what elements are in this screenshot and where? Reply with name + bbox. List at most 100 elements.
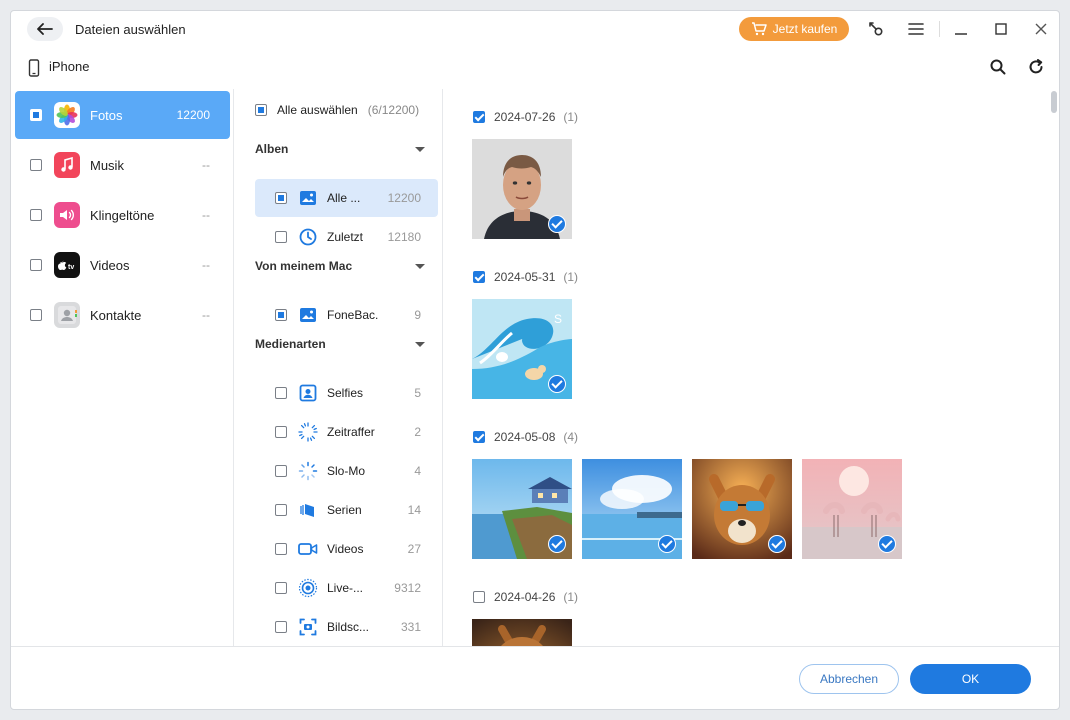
gallery-scrollbar[interactable] [1051,91,1057,645]
window-title: Dateien auswählen [75,22,186,37]
album-item-serien[interactable]: Serien 14 [255,491,438,529]
section-header-mac[interactable]: Von meinem Mac [255,259,425,273]
date-group-checkbox[interactable] [473,271,485,283]
category-item-fotos[interactable]: Fotos 12200 [15,91,230,139]
category-item-klingeltoene[interactable]: Klingeltöne -- [15,191,230,239]
date-group-date: 2024-05-31 [494,270,556,284]
album-checkbox[interactable] [275,504,287,516]
photo-thumbnail[interactable] [472,459,572,559]
album-icon [298,188,318,208]
close-button[interactable] [1031,19,1051,39]
menu-button[interactable] [906,19,926,39]
album-checkbox[interactable] [275,309,287,321]
photo-thumbnail[interactable] [472,619,572,646]
burst-icon [298,500,318,520]
category-checkbox[interactable] [30,309,42,321]
select-all-row[interactable]: Alle auswählen (6/12200) [255,103,419,117]
album-checkbox[interactable] [275,426,287,438]
date-group-header[interactable]: 2024-07-26 (1) [473,110,578,124]
category-checkbox[interactable] [30,109,42,121]
file-select-window: Dateien auswählen Jetzt kaufen iPhone Fo… [10,10,1060,710]
date-group-checkbox[interactable] [473,431,485,443]
live-photo-icon [298,578,318,598]
album-item-selfies[interactable]: Selfies 5 [255,374,438,412]
album-label: Selfies [327,386,364,400]
category-checkbox[interactable] [30,209,42,221]
key-icon [869,22,883,36]
album-count: 27 [407,542,421,556]
refresh-button[interactable] [1026,57,1046,77]
section-title: Medienarten [255,337,326,351]
album-item-zeitraffer[interactable]: Zeitraffer 2 [255,413,438,451]
select-all-label: Alle auswählen [277,103,358,117]
category-item-videos[interactable]: tv Videos -- [15,241,230,289]
category-count: -- [202,208,210,222]
scrollbar-thumb[interactable] [1051,91,1057,113]
photo-thumbnail[interactable] [692,459,792,559]
album-count: 12200 [387,191,421,205]
photo-thumbnail[interactable] [472,139,572,239]
section-title: Von meinem Mac [255,259,353,273]
album-checkbox[interactable] [275,621,287,633]
photo-thumbnail[interactable] [582,459,682,559]
album-label: Live-... [327,581,364,595]
maximize-button[interactable] [991,19,1011,39]
album-count: 14 [407,503,421,517]
album-checkbox[interactable] [275,231,287,243]
search-button[interactable] [988,57,1008,77]
select-all-checkbox[interactable] [255,104,267,116]
photo-selected-check-icon [768,535,786,553]
minimize-button[interactable] [951,19,971,39]
album-label: Alle ... [327,191,361,205]
album-item-alle[interactable]: Alle ... 12200 [255,179,438,217]
date-group-date: 2024-04-26 [494,590,556,604]
category-count: 12200 [176,108,210,122]
date-group-header[interactable]: 2024-05-31 (1) [473,270,578,284]
category-checkbox[interactable] [30,159,42,171]
date-group-header[interactable]: 2024-05-08 (4) [473,430,578,444]
album-label: Zeitraffer [327,425,375,439]
album-checkbox[interactable] [275,387,287,399]
album-count: 9312 [394,581,421,595]
category-checkbox[interactable] [30,259,42,271]
album-checkbox[interactable] [275,465,287,477]
date-group-count: (4) [563,430,579,444]
arrow-left-icon [37,23,53,35]
category-label: Kontakte [90,307,142,323]
contacts-app-icon [54,302,80,328]
category-item-musik[interactable]: Musik -- [15,141,230,189]
date-group-checkbox[interactable] [473,591,485,603]
date-group-header[interactable]: 2024-04-26 (1) [473,590,578,604]
album-checkbox[interactable] [275,543,287,555]
category-item-kontakte[interactable]: Kontakte -- [15,291,230,339]
category-count: -- [202,308,210,322]
buy-now-button[interactable]: Jetzt kaufen [739,17,849,41]
album-item-slomo[interactable]: Slo-Mo 4 [255,452,438,490]
album-item-fonebackup[interactable]: FoneBac... 9 [255,296,438,334]
maximize-icon [995,23,1007,35]
back-button[interactable] [27,17,63,41]
ok-button[interactable]: OK [910,664,1031,694]
section-header-alben[interactable]: Alben [255,142,425,156]
account-key-button[interactable] [866,19,886,39]
cancel-button[interactable]: Abbrechen [799,664,899,694]
buy-now-label: Jetzt kaufen [772,22,838,36]
album-label: Zuletzt [327,230,364,244]
album-count: 9 [414,308,421,322]
section-header-medienarten[interactable]: Medienarten [255,337,425,351]
category-label: Videos [90,257,130,273]
date-group-count: (1) [563,270,579,284]
album-item-live-photos[interactable]: Live-... 9312 [255,569,438,607]
album-item-zuletzt[interactable]: Zuletzt 12180 [255,218,438,256]
album-item-videos[interactable]: Videos 27 [255,530,438,568]
photos-app-icon [54,102,80,128]
album-checkbox[interactable] [275,192,287,204]
minimize-icon [955,33,967,35]
photo-thumbnail[interactable]: S [472,299,572,399]
album-checkbox[interactable] [275,582,287,594]
selfie-icon [298,383,318,403]
photo-thumbnail[interactable] [802,459,902,559]
date-group-checkbox[interactable] [473,111,485,123]
photo-selected-check-icon [548,215,566,233]
album-item-screenshots[interactable]: Bildsc... 331 [255,608,438,646]
